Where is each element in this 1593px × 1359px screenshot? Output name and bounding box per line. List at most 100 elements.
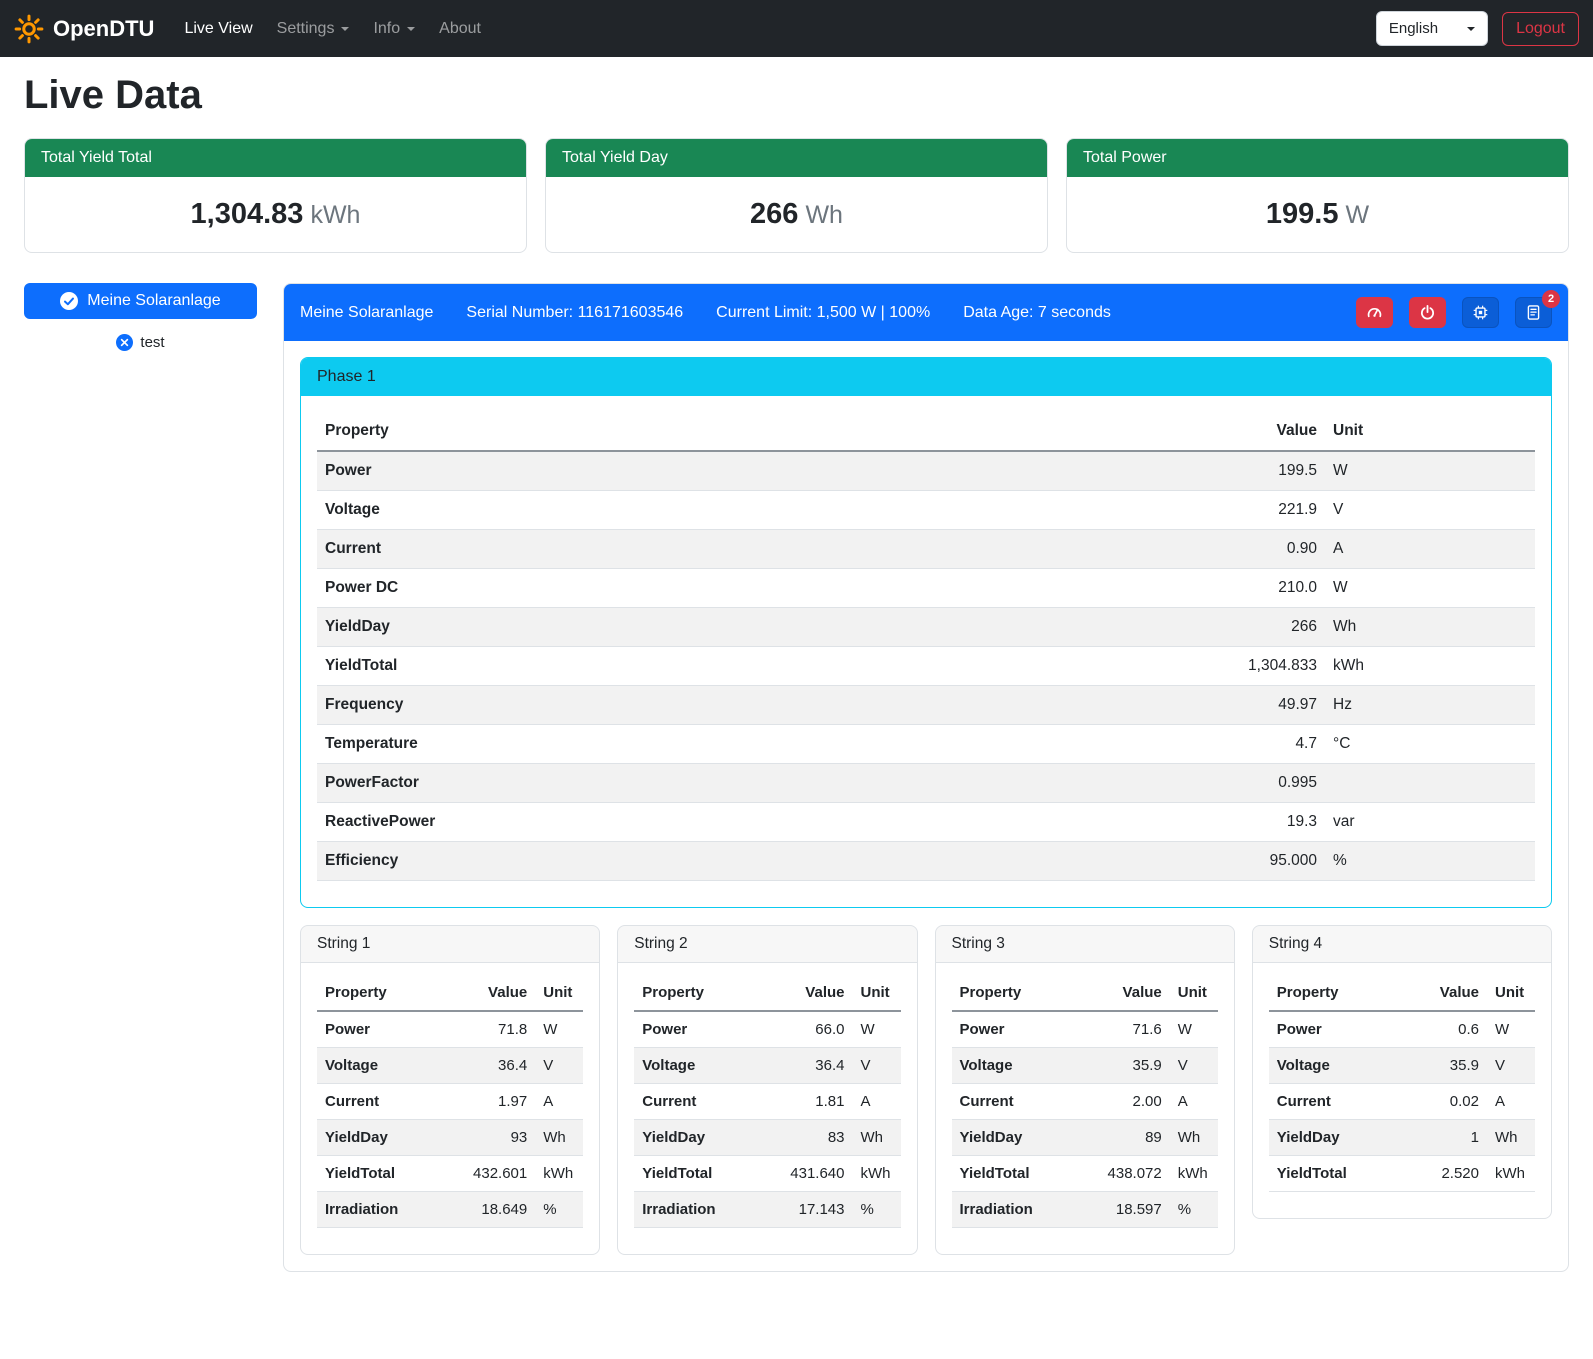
row-unit: °C [1325,725,1535,764]
row-property: YieldDay [1269,1120,1413,1156]
row-value: 2.520 [1413,1156,1487,1192]
event-log-button[interactable]: 2 [1515,297,1552,328]
phase-body: Property Value Unit Power199.5WVoltage22… [301,396,1551,907]
table-row: YieldTotal432.601kWh [317,1156,583,1192]
string-table-header: Property Value Unit [317,975,583,1011]
row-value: 438.072 [1096,1156,1170,1192]
row-property: PowerFactor [317,764,1185,803]
string-table-body: Power71.6WVoltage35.9VCurrent2.00AYieldD… [952,1011,1218,1228]
summary-card-yield-total: Total Yield Total 1,304.83kWh [24,138,527,253]
row-unit: Hz [1325,686,1535,725]
nav-info[interactable]: Info [365,12,423,46]
row-property: Current [634,1084,778,1120]
string-table-body: Power71.8WVoltage36.4VCurrent1.97AYieldD… [317,1011,583,1228]
column-value: Value [1096,975,1170,1011]
row-value: 1.97 [461,1084,535,1120]
journal-icon [1525,304,1542,321]
table-row: YieldDay83Wh [634,1120,900,1156]
column-property: Property [952,975,1096,1011]
string-table-header: Property Value Unit [952,975,1218,1011]
row-unit: V [1487,1048,1535,1084]
string-title: String 3 [936,926,1234,963]
row-unit: A [1325,530,1535,569]
row-value: 0.02 [1413,1084,1487,1120]
row-property: Current [317,530,1185,569]
page: OpenDTU Live View Settings Info About En… [0,0,1593,1272]
row-unit: var [1325,803,1535,842]
limit-control-button[interactable] [1356,297,1393,328]
string-title: String 2 [618,926,916,963]
row-property: YieldDay [634,1120,778,1156]
table-row: Voltage36.4V [634,1048,900,1084]
row-value: 71.8 [461,1011,535,1048]
row-property: YieldDay [317,608,1185,647]
summary-card-value: 266 [750,198,798,230]
language-select[interactable]: English [1376,11,1488,46]
table-row: Voltage221.9V [317,491,1535,530]
row-unit: A [853,1084,901,1120]
device-info-button[interactable] [1462,297,1499,328]
table-row: YieldTotal438.072kWh [952,1156,1218,1192]
nav-settings[interactable]: Settings [269,12,358,46]
row-property: Current [317,1084,461,1120]
table-header-row: Property Value Unit [317,975,583,1011]
sidebar-item-inverter-test[interactable]: test [24,334,257,351]
row-value: 4.7 [1185,725,1325,764]
row-unit: % [1325,842,1535,881]
string-title: String 1 [301,926,599,963]
row-unit: A [1170,1084,1218,1120]
row-unit: A [535,1084,583,1120]
table-row: Irradiation18.649% [317,1192,583,1228]
row-unit: A [1487,1084,1535,1120]
nav-live-view[interactable]: Live View [176,12,260,46]
main-content: Meine Solaranlage test Meine Solaranlage… [24,283,1569,1272]
x-circle-icon [116,334,133,351]
string-table: Property Value Unit Power66.0WVoltage36.… [634,975,900,1228]
row-property: Current [1269,1084,1413,1120]
row-property: YieldTotal [1269,1156,1413,1192]
column-unit: Unit [853,975,901,1011]
row-property: Power [317,451,1185,491]
table-row: Voltage36.4V [317,1048,583,1084]
inverter-panel-body: Phase 1 Property Value Unit Power199.5WV… [284,341,1568,1271]
row-unit: Wh [535,1120,583,1156]
row-value: 89 [1096,1120,1170,1156]
column-property: Property [317,412,1185,451]
row-value: 66.0 [779,1011,853,1048]
power-control-button[interactable] [1409,297,1446,328]
row-unit: W [1170,1011,1218,1048]
brand[interactable]: OpenDTU [14,14,154,44]
row-unit: V [853,1048,901,1084]
summary-card-yield-day: Total Yield Day 266Wh [545,138,1048,253]
row-unit: W [853,1011,901,1048]
row-unit: kWh [1325,647,1535,686]
nav-info-label: Info [373,20,400,38]
inverter-name: Meine Solaranlage [87,292,220,310]
row-unit: kWh [535,1156,583,1192]
table-row: Current0.02A [1269,1084,1535,1120]
logout-button[interactable]: Logout [1502,12,1579,46]
table-row: YieldTotal1,304.833kWh [317,647,1535,686]
column-property: Property [317,975,461,1011]
row-property: YieldTotal [634,1156,778,1192]
sidebar-item-inverter-active[interactable]: Meine Solaranlage [24,283,257,319]
row-property: ReactivePower [317,803,1185,842]
column-property: Property [1269,975,1413,1011]
row-value: 1 [1413,1120,1487,1156]
row-unit: W [1487,1011,1535,1048]
check-circle-icon [60,292,78,310]
row-property: Power [634,1011,778,1048]
row-property: Power DC [317,569,1185,608]
summary-card-body: 199.5W [1067,177,1568,252]
table-row: Power199.5W [317,451,1535,491]
nav-about[interactable]: About [431,12,489,46]
row-property: Irradiation [634,1192,778,1228]
table-header-row: Property Value Unit [952,975,1218,1011]
panel-actions: 2 [1356,297,1552,328]
language-select-value: English [1389,20,1438,37]
row-property: Irradiation [317,1192,461,1228]
string-card-2: String 2 Property Value Unit [617,925,917,1255]
nav-settings-label: Settings [277,20,335,38]
phase-table-header: Property Value Unit [317,412,1535,451]
row-unit: Wh [1170,1120,1218,1156]
